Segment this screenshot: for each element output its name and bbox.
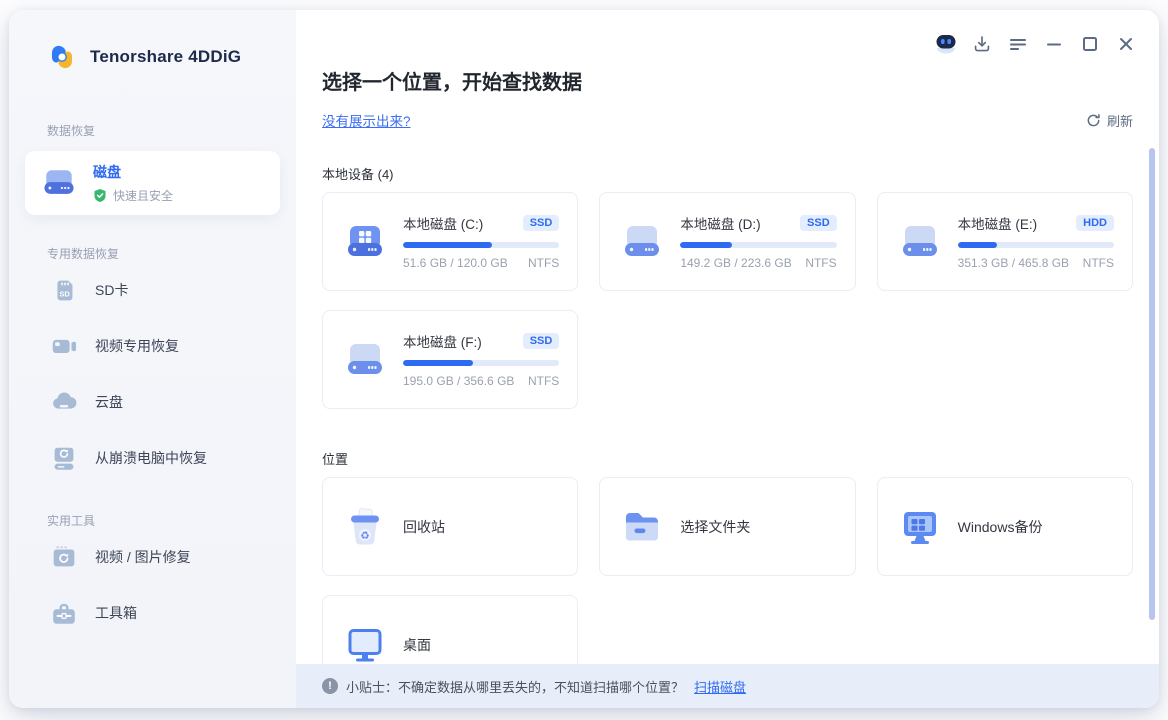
disk-name: 本地磁盘 (F:) — [403, 331, 482, 351]
sidebar-item-disk-label: 磁盘 — [93, 162, 173, 182]
hard-drive-icon — [898, 220, 942, 264]
local-devices-label: 本地设备 (4) — [322, 164, 1133, 183]
disk-name: 本地磁盘 (D:) — [680, 213, 760, 233]
media-repair-icon — [49, 542, 79, 572]
main-panel: 选择一个位置，开始查找数据 没有展示出来? 刷新 本地设备 (4) — [296, 10, 1159, 708]
disk-type-badge: SSD — [800, 215, 837, 231]
maximize-button[interactable] — [1077, 32, 1103, 56]
locations-label: 位置 — [322, 449, 1133, 468]
disk-filesystem: NTFS — [1083, 256, 1114, 270]
sidebar-item-disk-sublabel: 快速且安全 — [113, 187, 173, 204]
location-card-choose-folder[interactable]: 选择文件夹 — [599, 477, 855, 576]
sd-card-icon: SD — [49, 275, 79, 305]
windows-backup-icon — [898, 505, 942, 549]
sidebar-section-special-recovery: 专用数据恢复 — [9, 245, 296, 262]
sidebar-item-cloud-drive[interactable]: 云盘 — [9, 374, 296, 430]
location-label: 选择文件夹 — [680, 517, 750, 537]
disk-filesystem: NTFS — [528, 256, 559, 270]
sidebar-item-disk[interactable]: 磁盘 快速且安全 — [25, 151, 280, 215]
sidebar-item-crashed-pc-recovery[interactable]: 从崩溃电脑中恢复 — [9, 430, 296, 486]
disk-card-f[interactable]: 本地磁盘 (F:) SSD 195.0 GB / 356.6 GB NTFS — [322, 310, 578, 409]
disk-type-badge: HDD — [1076, 215, 1114, 231]
disk-usage-bar — [958, 242, 1114, 248]
disk-usage-text: 351.3 GB / 465.8 GB — [958, 256, 1069, 270]
tip-bar: ! 小贴士：不确定数据从哪里丢失的，不知道扫描哪个位置？ 扫描磁盘 — [296, 664, 1159, 708]
disk-usage-bar — [403, 242, 559, 248]
close-button[interactable] — [1113, 32, 1139, 56]
sidebar-item-toolbox[interactable]: 工具箱 — [9, 585, 296, 641]
cloud-icon — [49, 387, 79, 417]
page-title: 选择一个位置，开始查找数据 — [322, 66, 1133, 95]
recycle-bin-icon: ♻ — [343, 505, 387, 549]
disk-type-badge: SSD — [523, 215, 560, 231]
app-window: Tenorshare 4DDiG 数据恢复 磁盘 — [9, 10, 1159, 708]
disk-card-e[interactable]: 本地磁盘 (E:) HDD 351.3 GB / 465.8 GB NTFS — [877, 192, 1133, 291]
sidebar-item-sd-card[interactable]: SD SD卡 — [9, 262, 296, 318]
sidebar-item-label: 视频专用恢复 — [95, 336, 179, 356]
location-label: 回收站 — [403, 517, 445, 537]
app-title: Tenorshare 4DDiG — [90, 47, 241, 67]
crashed-computer-icon — [49, 443, 79, 473]
disk-usage-text: 195.0 GB / 356.6 GB — [403, 374, 514, 388]
scan-disk-link[interactable]: 扫描磁盘 — [694, 677, 746, 696]
assistant-bot-button[interactable] — [933, 32, 959, 56]
disk-usage-bar — [403, 360, 559, 366]
refresh-button[interactable]: 刷新 — [1086, 111, 1133, 130]
disk-usage-text: 51.6 GB / 120.0 GB — [403, 256, 508, 270]
local-devices-grid: 本地磁盘 (C:) SSD 51.6 GB / 120.0 GB NTFS — [322, 192, 1133, 409]
download-icon[interactable] — [969, 32, 995, 56]
scrollbar[interactable] — [1149, 148, 1155, 620]
app-logo-icon — [45, 40, 79, 74]
sidebar-item-label: 云盘 — [95, 392, 123, 412]
sidebar-item-label: 视频 / 图片修复 — [95, 547, 191, 567]
shield-check-icon — [93, 188, 107, 203]
tip-text: 小贴士：不确定数据从哪里丢失的，不知道扫描哪个位置？ — [346, 677, 684, 696]
video-camera-icon — [49, 331, 79, 361]
disk-usage-text: 149.2 GB / 223.6 GB — [680, 256, 791, 270]
disk-name: 本地磁盘 (C:) — [403, 213, 483, 233]
sidebar-item-label: 工具箱 — [95, 603, 137, 623]
location-card-windows-backup[interactable]: Windows备份 — [877, 477, 1133, 576]
disk-type-badge: SSD — [523, 333, 560, 349]
disk-drive-icon — [39, 163, 79, 203]
folder-icon — [620, 505, 664, 549]
disk-filesystem: NTFS — [528, 374, 559, 388]
toolbox-icon — [49, 598, 79, 628]
hard-drive-icon — [620, 220, 664, 264]
app-logo-row: Tenorshare 4DDiG — [9, 10, 296, 74]
sidebar-section-utilities: 实用工具 — [9, 512, 296, 529]
sidebar-section-data-recovery: 数据恢复 — [9, 122, 296, 139]
disk-filesystem: NTFS — [805, 256, 836, 270]
window-controls — [933, 32, 1139, 56]
sidebar-item-label: 从崩溃电脑中恢复 — [95, 448, 207, 468]
menu-icon[interactable] — [1005, 32, 1031, 56]
sidebar-item-label: SD卡 — [95, 280, 128, 300]
minimize-button[interactable] — [1041, 32, 1067, 56]
location-label: Windows备份 — [958, 517, 1043, 537]
info-icon: ! — [322, 678, 338, 694]
sidebar-item-video-recovery[interactable]: 视频专用恢复 — [9, 318, 296, 374]
locations-grid: ♻ 回收站 选择文件夹 — [322, 477, 1133, 694]
hard-drive-icon — [343, 220, 387, 264]
disk-name: 本地磁盘 (E:) — [958, 213, 1038, 233]
disk-usage-bar — [680, 242, 836, 248]
refresh-icon — [1086, 113, 1101, 128]
not-shown-link[interactable]: 没有展示出来? — [322, 110, 411, 130]
disk-card-d[interactable]: 本地磁盘 (D:) SSD 149.2 GB / 223.6 GB NTFS — [599, 192, 855, 291]
svg-text:SD: SD — [59, 290, 70, 299]
refresh-label: 刷新 — [1107, 111, 1133, 130]
sidebar: Tenorshare 4DDiG 数据恢复 磁盘 — [9, 10, 296, 708]
location-card-recycle-bin[interactable]: ♻ 回收站 — [322, 477, 578, 576]
hard-drive-icon — [343, 338, 387, 382]
disk-card-c[interactable]: 本地磁盘 (C:) SSD 51.6 GB / 120.0 GB NTFS — [322, 192, 578, 291]
sidebar-item-video-photo-repair[interactable]: 视频 / 图片修复 — [9, 529, 296, 585]
location-label: 桌面 — [403, 635, 431, 655]
desktop-icon — [343, 623, 387, 667]
svg-text:♻: ♻ — [360, 530, 369, 542]
